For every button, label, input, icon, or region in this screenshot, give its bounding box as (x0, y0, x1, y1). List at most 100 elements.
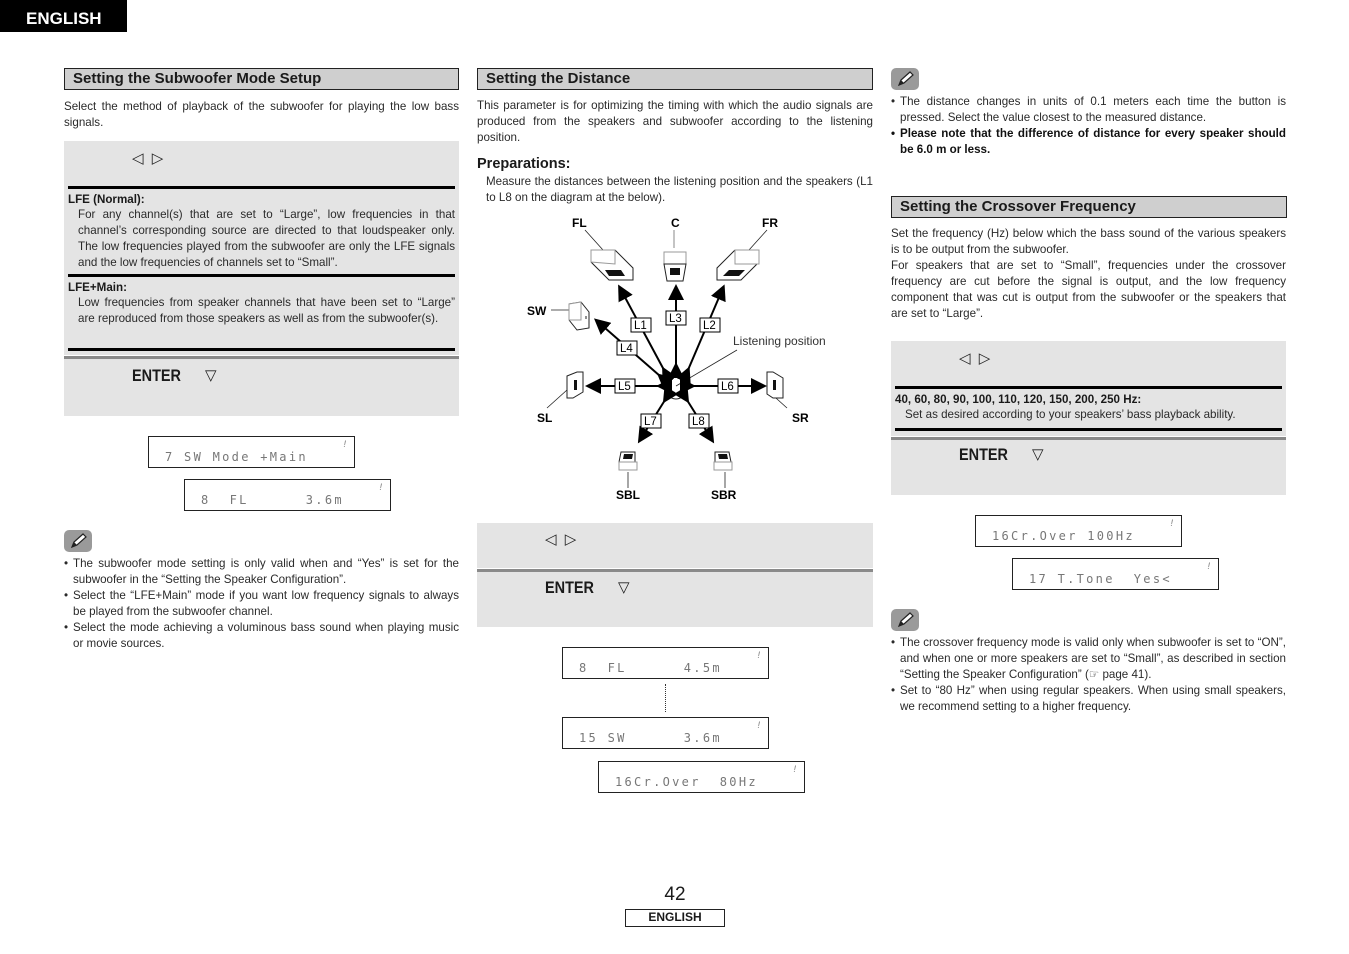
lcd-display: ! 17 T.Tone Yes< (1012, 558, 1219, 590)
step-box-select-frequency: ◁ ▷ 40, 60, 80, 90, 100, 110, 120, 150, … (891, 341, 1286, 436)
cursor-mark-icon: ! (379, 482, 382, 492)
speaker-sbl-icon (618, 451, 638, 471)
note-item: Set to “80 Hz” when using regular speake… (891, 683, 1286, 715)
note-item: The distance changes in units of 0.1 met… (891, 94, 1286, 126)
continuation-dots (665, 684, 666, 712)
distance-label-l1: L1 (634, 320, 647, 332)
step-box-enter: ENTER ▽ (64, 359, 459, 416)
note-item-important: Please note that the difference of dista… (891, 126, 1286, 158)
divider (68, 274, 455, 277)
distance-label-l6: L6 (721, 381, 734, 393)
distance-notes-list: The distance changes in units of 0.1 met… (891, 94, 1286, 158)
enter-button-label: ENTER (132, 366, 181, 385)
lcd-display: ! 16Cr.Over 100Hz (975, 515, 1182, 547)
divider (895, 428, 1282, 431)
crossover-intro-2: For speakers that are set to “Small”, fr… (891, 259, 1286, 320)
cursor-mark-icon: ! (1207, 561, 1210, 571)
option-name: 40, 60, 80, 90, 100, 110, 120, 150, 200,… (895, 393, 1142, 406)
cursor-mark-icon: ! (757, 650, 760, 660)
pencil-note-icon (64, 530, 92, 552)
lcd-display: ! 8 FL 4.5m (562, 647, 769, 679)
left-right-arrows-icon: ◁ ▷ (959, 350, 993, 367)
enter-button-label: ENTER (959, 445, 1008, 464)
pencil-note-icon (891, 68, 919, 90)
option-desc: Set as desired according to your speaker… (905, 408, 1236, 421)
speaker-fr-icon (716, 249, 760, 281)
cursor-mark-icon: ! (757, 720, 760, 730)
down-arrow-icon: ▽ (1032, 446, 1044, 463)
speaker-label-sl: SL (537, 411, 552, 425)
divider (68, 348, 455, 351)
divider (895, 386, 1282, 389)
speaker-sr-icon (766, 371, 784, 399)
speaker-label-fr: FR (762, 216, 778, 230)
cursor-mark-icon: ! (793, 764, 796, 774)
footer-language-label: ENGLISH (625, 909, 725, 927)
option-desc: For any channel(s) that are set to “Larg… (78, 208, 455, 269)
step-box-enter: ENTER ▽ (891, 440, 1286, 495)
lcd-text: 15 SW 3.6m (579, 731, 722, 745)
crossover-notes-list: The crossover frequency mode is valid on… (891, 635, 1286, 715)
lcd-display: ! 8 FL 3.6m (184, 479, 391, 511)
note-item: The subwoofer mode setting is only valid… (64, 556, 459, 588)
lcd-text: 17 T.Tone Yes< (1029, 572, 1172, 586)
option-name: LFE (Normal): (68, 193, 145, 206)
left-right-arrows-icon: ◁ ▷ (132, 150, 166, 167)
pencil-note-icon (891, 609, 919, 631)
speaker-label-sbl: SBL (616, 488, 640, 502)
preparations-heading: Preparations: (477, 156, 571, 172)
distance-label-l3: L3 (669, 313, 682, 325)
option-frequencies: 40, 60, 80, 90, 100, 110, 120, 150, 200,… (895, 392, 1282, 423)
speaker-label-sr: SR (792, 411, 809, 425)
speaker-layout-diagram: FL C FR SW SL SR SBL SBR Listening posit… (527, 216, 826, 502)
notes-list: The subwoofer mode setting is only valid… (64, 556, 459, 652)
enter-button-label: ENTER (545, 578, 594, 597)
section-title-distance: Setting the Distance (477, 68, 873, 90)
crossover-intro: Set the frequency (Hz) below which the b… (891, 226, 1286, 322)
speaker-sbr-icon (713, 451, 733, 471)
cursor-mark-icon: ! (1170, 518, 1173, 528)
listening-position-label: Listening position (733, 334, 826, 348)
lcd-display: ! 7 SW Mode +Main (148, 436, 355, 468)
crossover-intro-1: Set the frequency (Hz) below which the b… (891, 227, 1286, 256)
lcd-display: ! 15 SW 3.6m (562, 717, 769, 749)
note-item: Select the mode achieving a voluminous b… (64, 620, 459, 652)
preparations-text: Measure the distances between the listen… (486, 175, 873, 204)
distance-label-l7: L7 (644, 416, 657, 428)
note-item: The crossover frequency mode is valid on… (891, 635, 1286, 683)
speaker-label-fl: FL (572, 216, 587, 230)
lcd-text: 8 FL 4.5m (579, 661, 722, 675)
down-arrow-icon: ▽ (205, 367, 217, 384)
lcd-text: 8 FL 3.6m (201, 493, 344, 507)
divider (68, 186, 455, 189)
option-lfe-main: LFE+Main: Low frequencies from speaker c… (68, 280, 455, 327)
distance-label-l4: L4 (620, 343, 633, 355)
speaker-fl-icon (590, 249, 634, 281)
section-title-crossover: Setting the Crossover Frequency (891, 196, 1287, 218)
option-lfe-normal: LFE (Normal): For any channel(s) that ar… (68, 192, 455, 271)
lcd-text: 16Cr.Over 80Hz (615, 775, 758, 789)
option-desc: Low frequencies from speaker channels th… (78, 296, 455, 325)
subwoofer-mode-intro: Select the method of playback of the sub… (64, 100, 459, 129)
distance-label-l8: L8 (692, 416, 705, 428)
step-box-enter: ENTER ▽ (477, 572, 873, 627)
lcd-text: 16Cr.Over 100Hz (992, 529, 1135, 543)
lcd-text: 7 SW Mode +Main (165, 450, 308, 464)
speaker-label-sbr: SBR (711, 488, 737, 502)
distance-label-l2: L2 (703, 320, 716, 332)
section-title-subwoofer-mode: Setting the Subwoofer Mode Setup (64, 68, 459, 90)
down-arrow-icon: ▽ (618, 579, 630, 596)
language-tab: ENGLISH (0, 0, 127, 32)
listener-head-icon (662, 370, 690, 400)
distance-intro: This parameter is for optimizing the tim… (477, 99, 873, 144)
speaker-label-c: C (671, 216, 680, 230)
note-item: Select the “LFE+Main” mode if you want l… (64, 588, 459, 620)
step-box-select-mode: ◁ ▷ LFE (Normal): For any channel(s) tha… (64, 141, 459, 355)
left-right-arrows-icon: ◁ ▷ (545, 531, 579, 548)
speaker-sw-icon (568, 301, 590, 331)
speaker-c-icon (663, 251, 687, 282)
speaker-label-sw: SW (527, 304, 547, 318)
page-number: 42 (664, 884, 686, 905)
lcd-display: ! 16Cr.Over 80Hz (598, 761, 805, 793)
cursor-mark-icon: ! (343, 439, 346, 449)
